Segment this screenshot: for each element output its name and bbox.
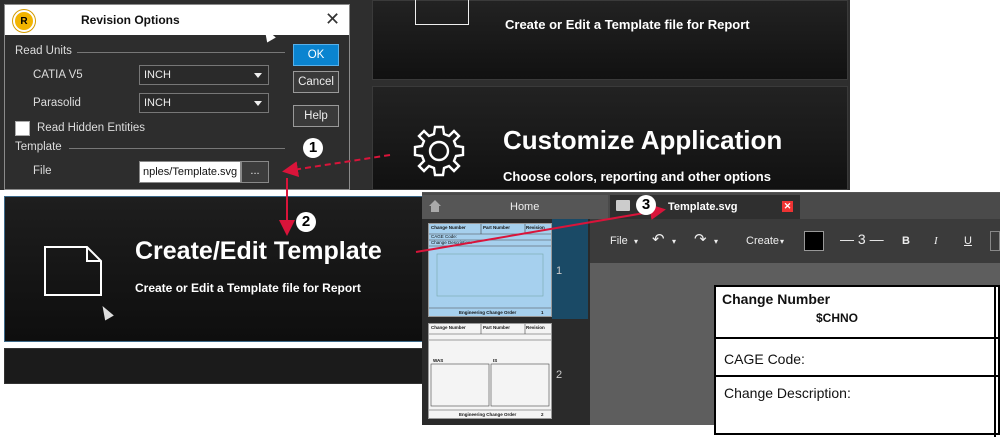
- template-file-label: File: [33, 165, 52, 177]
- app-logo-icon: R: [13, 10, 35, 32]
- read-hidden-entities-checkbox[interactable]: [15, 121, 30, 136]
- template-file-input[interactable]: nples/Template.svg: [139, 161, 241, 183]
- line-width-selector[interactable]: — 3 —: [840, 231, 884, 247]
- thumb-footer-num: 2: [541, 412, 544, 417]
- callout-2: 2: [296, 212, 316, 232]
- thumb-cell-text: Part Number: [483, 325, 510, 330]
- document-icon: [44, 246, 102, 296]
- redo-icon[interactable]: ↷: [694, 230, 707, 248]
- tab-home-label: Home: [510, 201, 540, 213]
- dialog-titlebar: R Revision Options ✕: [5, 5, 349, 35]
- gear-icon: [413, 125, 465, 177]
- sheet-row-line: [716, 375, 1000, 377]
- thumb-footer-text: Engineering Change Order: [459, 310, 517, 315]
- thumb-cell-text: CAGE Code:: [431, 234, 457, 239]
- tile-edit-template-top[interactable]: Create or Edit a Template file for Repor…: [372, 0, 848, 80]
- catia-units-select[interactable]: INCH: [139, 65, 269, 85]
- tile-subtitle: Create or Edit a Template file for Repor…: [505, 17, 750, 32]
- thumb-cell-text: Change Number: [431, 225, 466, 230]
- close-tab-icon[interactable]: ✕: [782, 201, 793, 212]
- bold-button[interactable]: B: [902, 235, 910, 247]
- page-thumbnail-1[interactable]: Change Number Part Number Revision CAGE …: [428, 223, 552, 317]
- close-icon[interactable]: ✕: [325, 9, 340, 30]
- page-number: 2: [556, 369, 563, 381]
- parasolid-label: Parasolid: [33, 97, 81, 109]
- tile-create-edit-template[interactable]: Create/Edit Template Create or Edit a Te…: [4, 196, 426, 342]
- create-menu[interactable]: Create: [746, 235, 779, 247]
- tab-bar: Home Template.svg ✕: [422, 193, 1000, 219]
- catia-units-value: INCH: [144, 69, 171, 81]
- chevron-down-icon: [254, 73, 262, 78]
- template-editor-window: Home Template.svg ✕ Change Number Part N…: [422, 192, 1000, 437]
- tile-partial-bottom[interactable]: [4, 348, 426, 384]
- thumb-cell-text: Change Description:: [431, 240, 472, 245]
- sheet-row-line: [716, 337, 1000, 339]
- cage-code-label: CAGE Code:: [724, 351, 805, 367]
- color-swatch[interactable]: [804, 231, 824, 251]
- tile-title: Create/Edit Template: [135, 237, 382, 265]
- browse-button[interactable]: ...: [241, 161, 269, 183]
- thumb-label-is: IS: [493, 358, 497, 363]
- template-section-label: Template: [15, 141, 62, 153]
- revision-options-dialog: R Revision Options ✕ Read Units CATIA V5…: [4, 4, 350, 190]
- sheet-divider: [994, 287, 996, 437]
- tab-template-label: Template.svg: [668, 201, 738, 213]
- home-icon: [429, 200, 441, 212]
- chevron-down-icon: ▾: [780, 237, 785, 246]
- mouse-cursor-icon: [98, 303, 114, 321]
- page-number: 1: [556, 265, 563, 277]
- undo-icon[interactable]: ↶: [652, 230, 665, 248]
- template-sheet: Change Number $CHNO CAGE Code: Change De…: [714, 285, 1000, 437]
- thumb-label-was: WAS: [433, 358, 443, 363]
- chevron-down-icon: [254, 101, 262, 106]
- change-number-value: $CHNO: [816, 311, 859, 325]
- parasolid-units-select[interactable]: INCH: [139, 93, 269, 113]
- thumbnail-preview: Change Number Part Number Revision CAGE …: [429, 224, 551, 316]
- page-thumbnails-panel: Change Number Part Number Revision CAGE …: [422, 219, 590, 425]
- catia-label: CATIA V5: [33, 69, 83, 81]
- thumb-cell-text: Part Number: [483, 225, 510, 230]
- folder-icon: [616, 200, 630, 211]
- toolbar-overflow[interactable]: [990, 231, 1000, 251]
- divider: [69, 148, 285, 149]
- editor-toolbar: File ▾ ↶ ▾ ↷ ▾ Create ▾ — 3 — B I U: [590, 219, 1000, 263]
- thumb-cell-text: Change Number: [431, 325, 466, 330]
- underline-button[interactable]: U: [964, 235, 972, 247]
- divider: [77, 52, 285, 53]
- tile-title: Customize Application: [503, 125, 783, 155]
- tile-customize-application[interactable]: Customize Application Choose colors, rep…: [372, 86, 848, 190]
- chevron-down-icon: ▾: [634, 237, 639, 246]
- chevron-down-icon: ▾: [672, 237, 677, 246]
- ok-button[interactable]: OK: [293, 44, 339, 66]
- change-number-label: Change Number: [722, 291, 831, 307]
- italic-button[interactable]: I: [934, 235, 938, 247]
- line-width-value: 3: [857, 231, 866, 247]
- chevron-down-icon: ▾: [714, 237, 719, 246]
- thumb-footer-text: Engineering Change Order: [459, 412, 517, 417]
- read-hidden-entities-label: Read Hidden Entities: [37, 122, 146, 134]
- callout-1: 1: [303, 138, 323, 158]
- cancel-button[interactable]: Cancel: [293, 71, 339, 93]
- thumb-cell-text: Revision: [526, 225, 545, 230]
- tile-subtitle: Create or Edit a Template file for Repor…: [135, 281, 361, 295]
- parasolid-units-value: INCH: [144, 97, 171, 109]
- page-thumbnail-2[interactable]: Change Number Part Number Revision WAS I…: [428, 323, 552, 419]
- change-description-label: Change Description:: [724, 385, 851, 401]
- tile-subtitle: Choose colors, reporting and other optio…: [503, 169, 771, 184]
- template-icon: [415, 0, 469, 25]
- file-menu[interactable]: File: [610, 235, 628, 247]
- dialog-title: Revision Options: [81, 13, 180, 27]
- drawing-canvas[interactable]: Change Number $CHNO CAGE Code: Change De…: [590, 263, 1000, 437]
- callout-3: 3: [636, 195, 656, 215]
- thumb-cell-text: Revision: [526, 325, 545, 330]
- tab-home[interactable]: Home: [422, 195, 608, 219]
- thumbnail-preview: Change Number Part Number Revision WAS I…: [429, 324, 551, 417]
- help-button[interactable]: Help: [293, 105, 339, 127]
- read-units-section-label: Read Units: [15, 45, 72, 57]
